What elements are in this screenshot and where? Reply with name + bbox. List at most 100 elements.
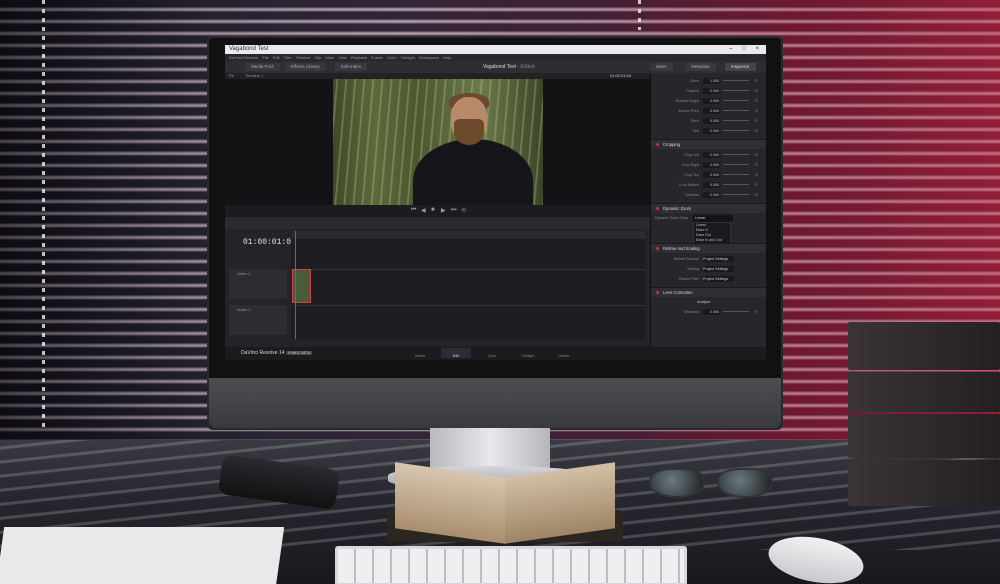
- minimize-icon[interactable]: –: [729, 46, 736, 52]
- media-pool-button[interactable]: Media Pool: [245, 63, 280, 71]
- param-slider[interactable]: [723, 154, 749, 155]
- keyframe-icon[interactable]: [755, 89, 758, 92]
- white-paper: [0, 527, 285, 584]
- keyframe-icon[interactable]: [755, 173, 758, 176]
- inspector-row: Scaling Project Settings: [655, 265, 763, 273]
- window-title: Vagabond Test: [229, 46, 269, 52]
- inspector-row: Crop Top 0.000: [655, 171, 763, 179]
- menu-item[interactable]: Clip: [314, 54, 321, 61]
- param-slider[interactable]: [723, 110, 749, 111]
- book-stack: [848, 322, 1000, 522]
- mixer-button[interactable]: Mixer: [650, 63, 673, 71]
- param-value[interactable]: 0.000: [703, 309, 720, 315]
- param-slider[interactable]: [723, 174, 749, 175]
- page-tab-edit[interactable]: Edit: [441, 348, 471, 358]
- keyframe-icon[interactable]: [755, 163, 758, 166]
- skip-forward-icon[interactable]: ⏭: [451, 207, 456, 214]
- menu-item[interactable]: Mark: [325, 54, 334, 61]
- timeline-tracks[interactable]: [291, 239, 645, 339]
- lens-correction-section[interactable]: Lens Correction: [651, 287, 766, 297]
- playhead[interactable]: [295, 231, 296, 339]
- menu-item[interactable]: Help: [443, 54, 451, 61]
- param-slider[interactable]: [723, 100, 749, 101]
- param-slider[interactable]: [723, 184, 749, 185]
- param-slider[interactable]: [723, 90, 749, 91]
- menu-item[interactable]: View: [338, 54, 347, 61]
- effects-library-button[interactable]: Effects Library: [285, 63, 326, 71]
- param-value[interactable]: 0.000: [703, 108, 720, 114]
- param-value[interactable]: 0.000: [703, 192, 720, 198]
- keyframe-icon[interactable]: [755, 310, 758, 313]
- menu-item[interactable]: Fairlight: [401, 54, 415, 61]
- loop-icon[interactable]: ⟲: [461, 207, 466, 214]
- menu-item[interactable]: DaVinci Resolve: [229, 54, 258, 61]
- edit-index-button[interactable]: Edit Index: [335, 63, 368, 71]
- section-title: Lens Correction: [663, 290, 693, 295]
- param-value[interactable]: 0.000: [703, 182, 720, 188]
- maximize-icon[interactable]: □: [742, 46, 750, 52]
- menu-item[interactable]: Fusion: [371, 54, 383, 61]
- page-tab-deliver[interactable]: Deliver: [549, 348, 579, 358]
- video-viewer[interactable]: [225, 79, 650, 205]
- keyframe-icon[interactable]: [755, 79, 758, 82]
- keyframe-icon[interactable]: [755, 119, 758, 122]
- param-value[interactable]: 0.000: [703, 98, 720, 104]
- play-reverse-icon[interactable]: ◀: [421, 207, 426, 214]
- timeline-ruler[interactable]: [291, 231, 645, 239]
- keyframe-icon[interactable]: [755, 99, 758, 102]
- param-value[interactable]: 0.000: [703, 172, 720, 178]
- menu-item[interactable]: Workspace: [419, 54, 439, 61]
- menu-item[interactable]: Trim: [284, 54, 292, 61]
- play-icon[interactable]: ▶: [441, 207, 446, 214]
- dynamic-zoom-ease-select[interactable]: Linear: [693, 215, 733, 222]
- cropping-section[interactable]: Cropping: [651, 139, 766, 149]
- enable-icon[interactable]: [656, 291, 659, 294]
- page-tab-media[interactable]: Media: [405, 348, 435, 358]
- param-select[interactable]: Project Settings: [703, 276, 734, 282]
- inspector-button[interactable]: Inspector: [725, 63, 756, 71]
- param-slider[interactable]: [723, 80, 749, 81]
- close-icon[interactable]: ×: [755, 46, 763, 52]
- skip-back-icon[interactable]: ⏮: [411, 207, 416, 214]
- enable-icon[interactable]: [656, 143, 659, 146]
- dynamic-zoom-section[interactable]: Dynamic Zoom: [651, 203, 766, 213]
- enable-icon[interactable]: [656, 207, 659, 210]
- window-controls[interactable]: – □ ×: [729, 46, 763, 52]
- retime-section[interactable]: Retime And Scaling: [651, 243, 766, 253]
- menu-item[interactable]: Color: [387, 54, 397, 61]
- keyframe-icon[interactable]: [755, 193, 758, 196]
- param-slider[interactable]: [723, 120, 749, 121]
- page-tab-fairlight[interactable]: Fairlight: [513, 348, 543, 358]
- metadata-button[interactable]: Metadata: [685, 63, 716, 71]
- section-title: Dynamic Zoom: [663, 206, 692, 211]
- analyze-button[interactable]: Analyze: [697, 299, 711, 306]
- menu-item[interactable]: Edit: [273, 54, 280, 61]
- enable-icon[interactable]: [656, 247, 659, 250]
- menu-item[interactable]: Timeline: [296, 54, 311, 61]
- track-header-video[interactable]: Video 1: [229, 269, 287, 299]
- stop-icon[interactable]: ■: [431, 207, 435, 213]
- keyframe-icon[interactable]: [755, 153, 758, 156]
- menu-item[interactable]: Playback: [351, 54, 367, 61]
- param-value[interactable]: 0.000: [703, 162, 720, 168]
- track-header-audio[interactable]: Audio 1: [229, 305, 287, 335]
- track-name: Audio 1: [237, 307, 251, 312]
- param-slider[interactable]: [723, 194, 749, 195]
- param-slider[interactable]: [723, 311, 749, 312]
- param-value[interactable]: 0.000: [703, 128, 720, 134]
- keyframe-icon[interactable]: [755, 129, 758, 132]
- menu-item[interactable]: File: [262, 54, 268, 61]
- param-value[interactable]: 0.000: [703, 152, 720, 158]
- param-slider[interactable]: [723, 130, 749, 131]
- keyframe-icon[interactable]: [755, 183, 758, 186]
- param-select[interactable]: Project Settings: [703, 266, 734, 272]
- param-slider[interactable]: [723, 164, 749, 165]
- keyframe-icon[interactable]: [755, 109, 758, 112]
- param-label: Pitch: [691, 119, 699, 123]
- param-select[interactable]: Project Settings: [703, 256, 734, 262]
- page-tab-color[interactable]: Color: [477, 348, 507, 358]
- param-value[interactable]: 0.000: [703, 118, 720, 124]
- inspector-row: Crop Left 0.000: [655, 151, 763, 159]
- param-value[interactable]: 1.000: [703, 78, 720, 84]
- param-value[interactable]: 0.000: [703, 88, 720, 94]
